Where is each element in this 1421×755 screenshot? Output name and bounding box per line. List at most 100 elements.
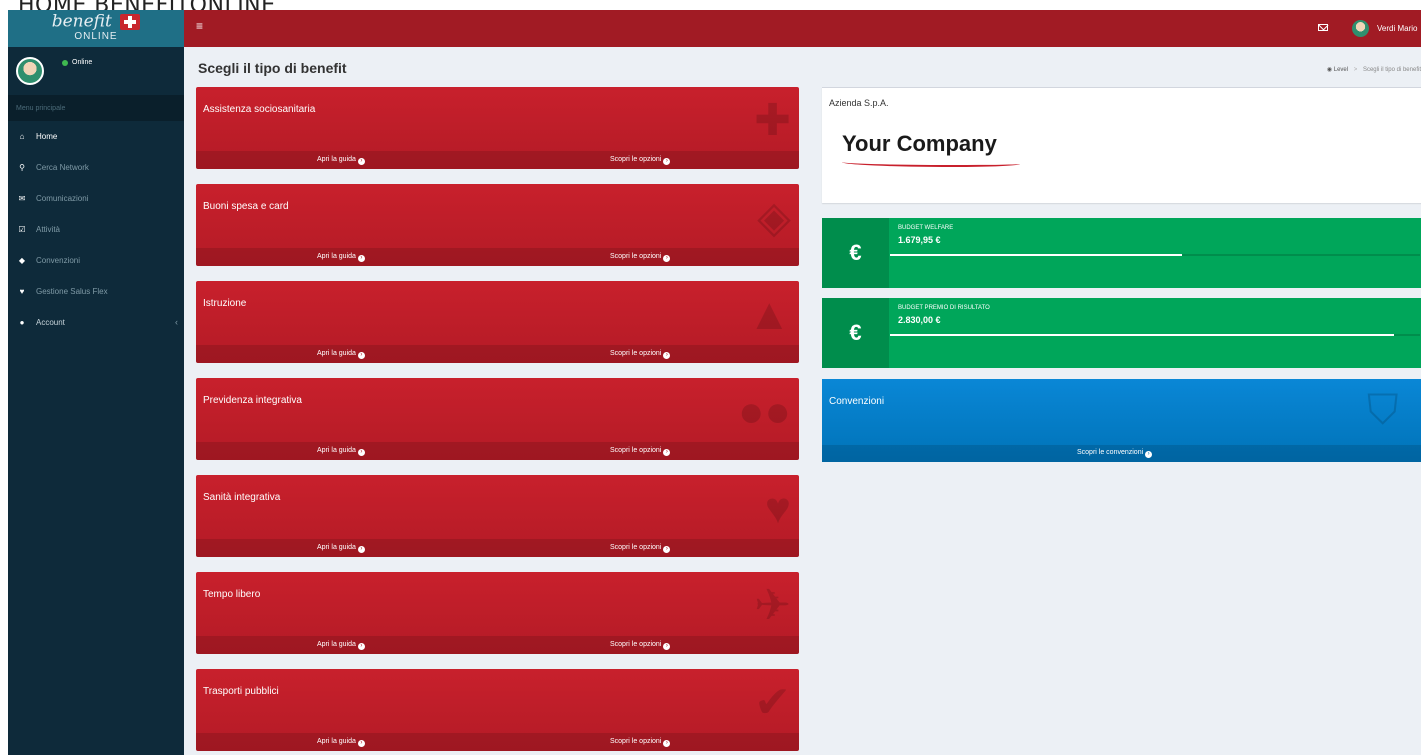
avatar[interactable]: [1352, 20, 1369, 37]
heart-icon: ♥: [764, 484, 791, 533]
page-title: Scegli il tipo di benefit: [198, 60, 347, 76]
link-label: Scopri le opzioni: [610, 447, 662, 454]
open-guide-link[interactable]: Apri la guida ›: [317, 738, 365, 747]
open-guide-link[interactable]: Apri la guida ›: [317, 253, 365, 262]
arrow-circle-right-icon: ›: [357, 546, 365, 553]
link-label: Apri la guida: [317, 641, 356, 648]
convenzioni-card[interactable]: Convenzioni ⛉ Scopri le convenzioni ›: [822, 379, 1421, 462]
card-title: Assistenza sociosanitaria: [203, 104, 316, 115]
euro-icon: €: [822, 218, 889, 288]
arrow-circle-right-icon: ›: [357, 352, 365, 359]
arrow-circle-right-icon: ›: [357, 255, 365, 262]
benefit-card-trasporti[interactable]: Trasporti pubblici ✔ Apri la guida › Scop…: [196, 669, 799, 751]
benefit-card-tempo-libero[interactable]: Tempo libero ✈ Apri la guida › Scopri le …: [196, 572, 799, 654]
benefit-cards: Assistenza sociosanitaria ✚ Apri la guid…: [196, 87, 799, 755]
card-footer: Apri la guida › Scopri le opzioni ›: [196, 442, 799, 460]
sidebar-item-label: Account: [36, 318, 65, 327]
logo-sub: ONLINE: [74, 30, 118, 42]
check-square-icon: ☑: [18, 225, 26, 234]
arrow-circle-right-icon: ›: [663, 546, 671, 553]
discover-options-link[interactable]: Scopri le opzioni ›: [610, 350, 671, 359]
card-footer: Apri la guida › Scopri le opzioni ›: [196, 345, 799, 363]
link-label: Apri la guida: [317, 447, 356, 454]
link-label: Apri la guida: [317, 738, 356, 745]
sidebar-item-label: Convenzioni: [36, 256, 81, 265]
benefit-card-assistenza[interactable]: Assistenza sociosanitaria ✚ Apri la guid…: [196, 87, 799, 169]
benefit-card-sanita[interactable]: Sanità integrativa ♥ Apri la guida › Scop…: [196, 475, 799, 557]
shopping-bag-icon: ⛉: [1367, 386, 1399, 433]
arrow-circle-right-icon: ›: [663, 740, 671, 747]
open-guide-link[interactable]: Apri la guida ›: [317, 156, 365, 165]
user-menu[interactable]: Verdi Mario: [1377, 24, 1417, 33]
sidebar-item-label: Cerca Network: [36, 163, 89, 172]
budget-premio-box: € BUDGET PREMIO DI RISULTATO 2.830,00 €: [822, 298, 1421, 368]
sidebar-item-comunicazioni[interactable]: ✉ Comunicazioni: [8, 183, 184, 214]
card-title: Convenzioni: [829, 396, 885, 407]
sidebar-item-label: Home: [36, 132, 58, 141]
status-dot-icon: [62, 59, 68, 66]
open-guide-link[interactable]: Apri la guida ›: [317, 447, 365, 456]
arrow-circle-right-icon: ›: [663, 449, 671, 456]
card-title: Buoni spesa e card: [203, 201, 289, 212]
open-guide-link[interactable]: Apri la guida ›: [317, 641, 365, 650]
card-title: Sanità integrativa: [203, 492, 281, 503]
breadcrumb-current: Scegli il tipo di benefit: [1362, 67, 1421, 73]
envelope-icon[interactable]: [1318, 24, 1328, 31]
euro-icon: €: [822, 298, 889, 368]
budget-welfare-box: € BUDGET WELFARE 1.679,95 €: [822, 218, 1421, 288]
arrow-circle-right-icon: ›: [663, 255, 671, 262]
budget-progress-fill: [890, 334, 1394, 336]
tags-icon: ◆: [18, 256, 26, 265]
sidebar-item-attivita[interactable]: ☑ Attività: [8, 214, 184, 245]
budget-progress-fill: [890, 254, 1182, 256]
link-label: Scopri le opzioni: [610, 350, 662, 357]
sidebar-item-home[interactable]: ⌂ Home: [8, 121, 184, 152]
arrow-circle-right-icon: ›: [357, 158, 365, 165]
graduation-cap-icon: ▲: [747, 290, 791, 339]
card-footer: Apri la guida › Scopri le opzioni ›: [196, 733, 799, 751]
medkit-icon: ✚: [754, 96, 791, 145]
company-logo-swoosh: [842, 159, 1020, 167]
benefit-card-previdenza[interactable]: Previdenza integrativa ●● Apri la guida ›…: [196, 378, 799, 460]
sidebar-item-gestione-salus-flex[interactable]: ♥ Gestione Salus Flex: [8, 276, 184, 307]
user-panel: Online: [8, 47, 184, 95]
card-title: Previdenza integrativa: [203, 395, 302, 406]
hamburger-menu-icon[interactable]: ≡: [196, 19, 203, 33]
link-label: Scopri le opzioni: [610, 156, 662, 163]
sidebar-item-account[interactable]: ● Account ‹: [8, 307, 184, 338]
map-marker-icon: ⚲: [19, 163, 25, 172]
open-guide-link[interactable]: Apri la guida ›: [317, 544, 365, 553]
sidebar-item-convenzioni[interactable]: ◆ Convenzioni: [8, 245, 184, 276]
discover-options-link[interactable]: Scopri le opzioni ›: [610, 156, 671, 165]
card-title: Istruzione: [203, 298, 247, 309]
budget-label: BUDGET WELFARE: [898, 225, 954, 231]
discover-options-link[interactable]: Scopri le opzioni ›: [610, 253, 671, 262]
discover-options-link[interactable]: Scopri le opzioni ›: [610, 641, 671, 650]
avatar: [16, 57, 44, 85]
home-icon: ⌂: [19, 132, 25, 141]
discover-options-link[interactable]: Scopri le opzioni ›: [610, 447, 671, 456]
discover-convenzioni-link[interactable]: Scopri le convenzioni ›: [1077, 449, 1153, 458]
link-label: Apri la guida: [317, 544, 356, 551]
link-label: Scopri le opzioni: [610, 253, 662, 260]
discover-options-link[interactable]: Scopri le opzioni ›: [610, 544, 671, 553]
open-guide-link[interactable]: Apri la guida ›: [317, 350, 365, 359]
benefit-card-istruzione[interactable]: Istruzione ▲ Apri la guida › Scopri le op…: [196, 281, 799, 363]
card-title: Tempo libero: [203, 589, 261, 600]
arrow-circle-right-icon: ›: [1145, 451, 1153, 458]
arrow-circle-right-icon: ›: [357, 643, 365, 650]
logo[interactable]: benefit ONLINE: [8, 10, 184, 47]
link-label: Apri la guida: [317, 156, 356, 163]
sidebar-item-cerca-network[interactable]: ⚲ Cerca Network: [8, 152, 184, 183]
sidebar: benefit ONLINE Online Menu principale ⌂ …: [8, 10, 184, 755]
discover-options-link[interactable]: Scopri le opzioni ›: [610, 738, 671, 747]
benefit-card-buoni-spesa[interactable]: Buoni spesa e card ◈ Apri la guida › Scop…: [196, 184, 799, 266]
sidebar-item-label: Attività: [36, 225, 61, 234]
app-frame: benefit ONLINE Online Menu principale ⌂ …: [8, 10, 1421, 755]
status-text: Online: [72, 59, 93, 66]
link-label: Apri la guida: [317, 253, 356, 260]
card-footer: Apri la guida › Scopri le opzioni ›: [196, 151, 799, 169]
company-name: Azienda S.p.A.: [829, 98, 889, 108]
breadcrumb-root[interactable]: Level: [1334, 67, 1348, 73]
arrow-circle-right-icon: ›: [663, 352, 671, 359]
